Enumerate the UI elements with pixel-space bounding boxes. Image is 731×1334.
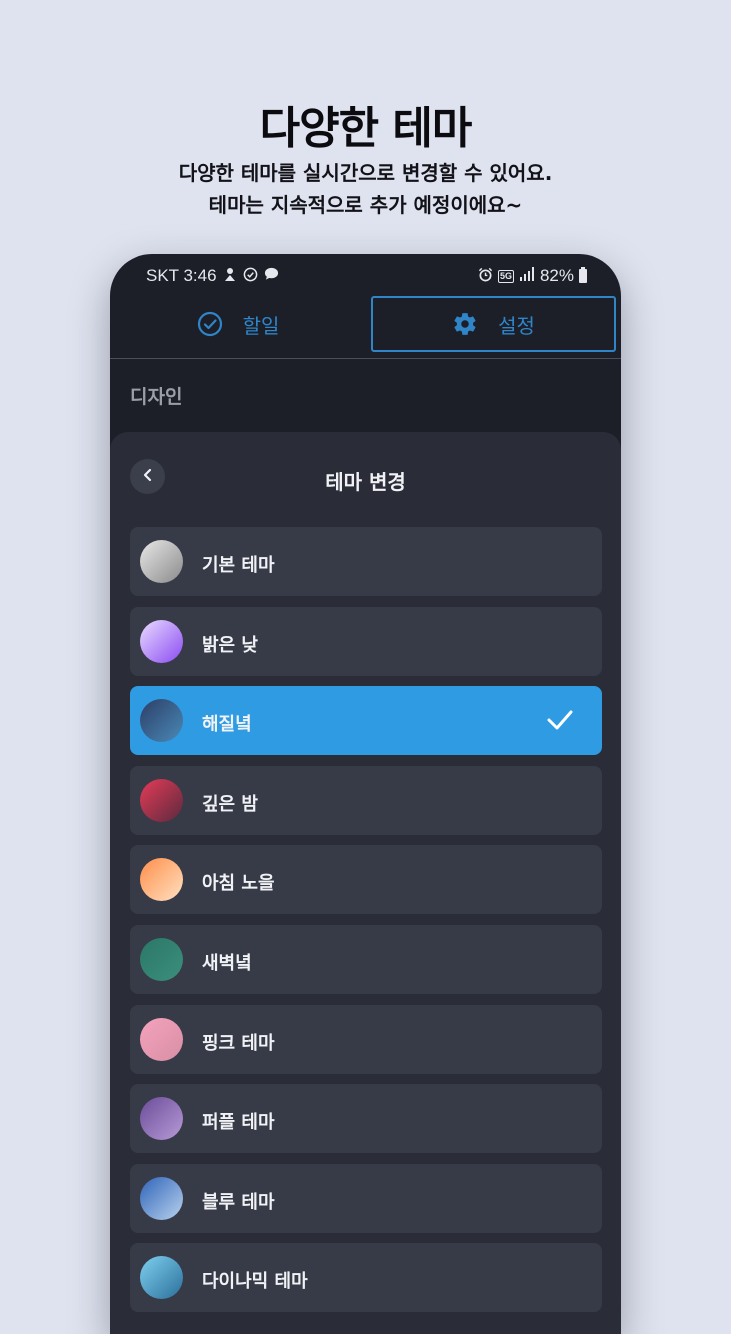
promo-subtitle-line-1: 다양한 테마를 실시간으로 변경할 수 있어요. xyxy=(178,161,553,185)
theme-name: 핑크 테마 xyxy=(202,1032,275,1054)
theme-name: 다이나믹 테마 xyxy=(202,1271,308,1293)
theme-swatch xyxy=(140,619,183,663)
battery-percent: 82% xyxy=(539,266,574,285)
notification-icon xyxy=(223,266,237,286)
status-right: 5G 82% xyxy=(478,266,587,286)
carrier-time: SKT 3:46 xyxy=(146,266,217,285)
theme-swatch xyxy=(140,1097,183,1141)
theme-name: 블루 테마 xyxy=(202,1191,275,1213)
chat-bubble-icon xyxy=(264,267,279,285)
tab-settings[interactable]: 설정 xyxy=(371,296,616,352)
section-label-design: 디자인 xyxy=(130,386,183,408)
theme-swatch xyxy=(140,937,183,981)
theme-swatch xyxy=(140,778,183,822)
theme-swatch xyxy=(140,699,183,743)
theme-name: 밝은 낮 xyxy=(202,634,258,656)
tab-settings-label: 설정 xyxy=(498,313,535,338)
theme-swatch xyxy=(140,1017,183,1061)
sheet-title: 테마 변경 xyxy=(325,470,406,494)
theme-item[interactable]: 해질녘 xyxy=(130,686,602,756)
promo-subtitle-line-2: 테마는 지속적으로 추가 예정이에요~ xyxy=(208,193,523,217)
tab-todo[interactable]: 할일 xyxy=(110,296,366,352)
phone-frame: SKT 3:46 5G 82% 할일 설정 디자인 테마 변경 기본 테마 밝은… xyxy=(110,254,621,1334)
theme-swatch xyxy=(140,858,183,902)
theme-item[interactable]: 블루 테마 xyxy=(130,1163,602,1233)
theme-item[interactable]: 깊은 밤 xyxy=(130,765,602,835)
status-left: SKT 3:46 xyxy=(146,266,279,286)
alarm-icon xyxy=(478,267,493,286)
tab-todo-label: 할일 xyxy=(242,313,280,338)
check-icon xyxy=(546,708,574,736)
theme-sheet: 테마 변경 기본 테마밝은 낮해질녘깊은 밤아침 노을새벽녘핑크 테마퍼플 테마… xyxy=(110,432,621,1334)
gear-icon xyxy=(452,311,478,337)
theme-item[interactable]: 밝은 낮 xyxy=(130,606,602,676)
signal-icon xyxy=(519,267,535,285)
tab-bar: 할일 설정 xyxy=(110,294,621,359)
battery-icon xyxy=(579,267,587,283)
theme-swatch xyxy=(140,1176,183,1220)
theme-name: 기본 테마 xyxy=(202,555,275,576)
theme-item[interactable]: 퍼플 테마 xyxy=(130,1084,602,1154)
check-circle-icon xyxy=(197,311,223,337)
theme-name: 새벽녘 xyxy=(202,952,252,974)
theme-name: 퍼플 테마 xyxy=(202,1112,275,1134)
theme-list: 기본 테마밝은 낮해질녘깊은 밤아침 노을새벽녘핑크 테마퍼플 테마블루 테마다… xyxy=(130,527,602,1323)
theme-item[interactable]: 다이나믹 테마 xyxy=(130,1243,602,1313)
theme-name: 해질녘 xyxy=(202,714,252,736)
theme-name: 아침 노을 xyxy=(202,873,275,895)
theme-name: 깊은 밤 xyxy=(202,793,258,815)
theme-item[interactable]: 새벽녘 xyxy=(130,924,602,994)
promo-title: 다양한 테마 xyxy=(259,103,473,154)
theme-item[interactable]: 기본 테마 xyxy=(130,527,602,596)
theme-swatch xyxy=(140,540,183,583)
status-bar: SKT 3:46 5G 82% xyxy=(110,254,621,298)
theme-item[interactable]: 핑크 테마 xyxy=(130,1004,602,1074)
theme-item[interactable]: 아침 노을 xyxy=(130,845,602,915)
theme-swatch xyxy=(140,1256,183,1300)
check-circle-small-icon xyxy=(243,267,258,286)
network-badge: 5G xyxy=(497,269,514,283)
